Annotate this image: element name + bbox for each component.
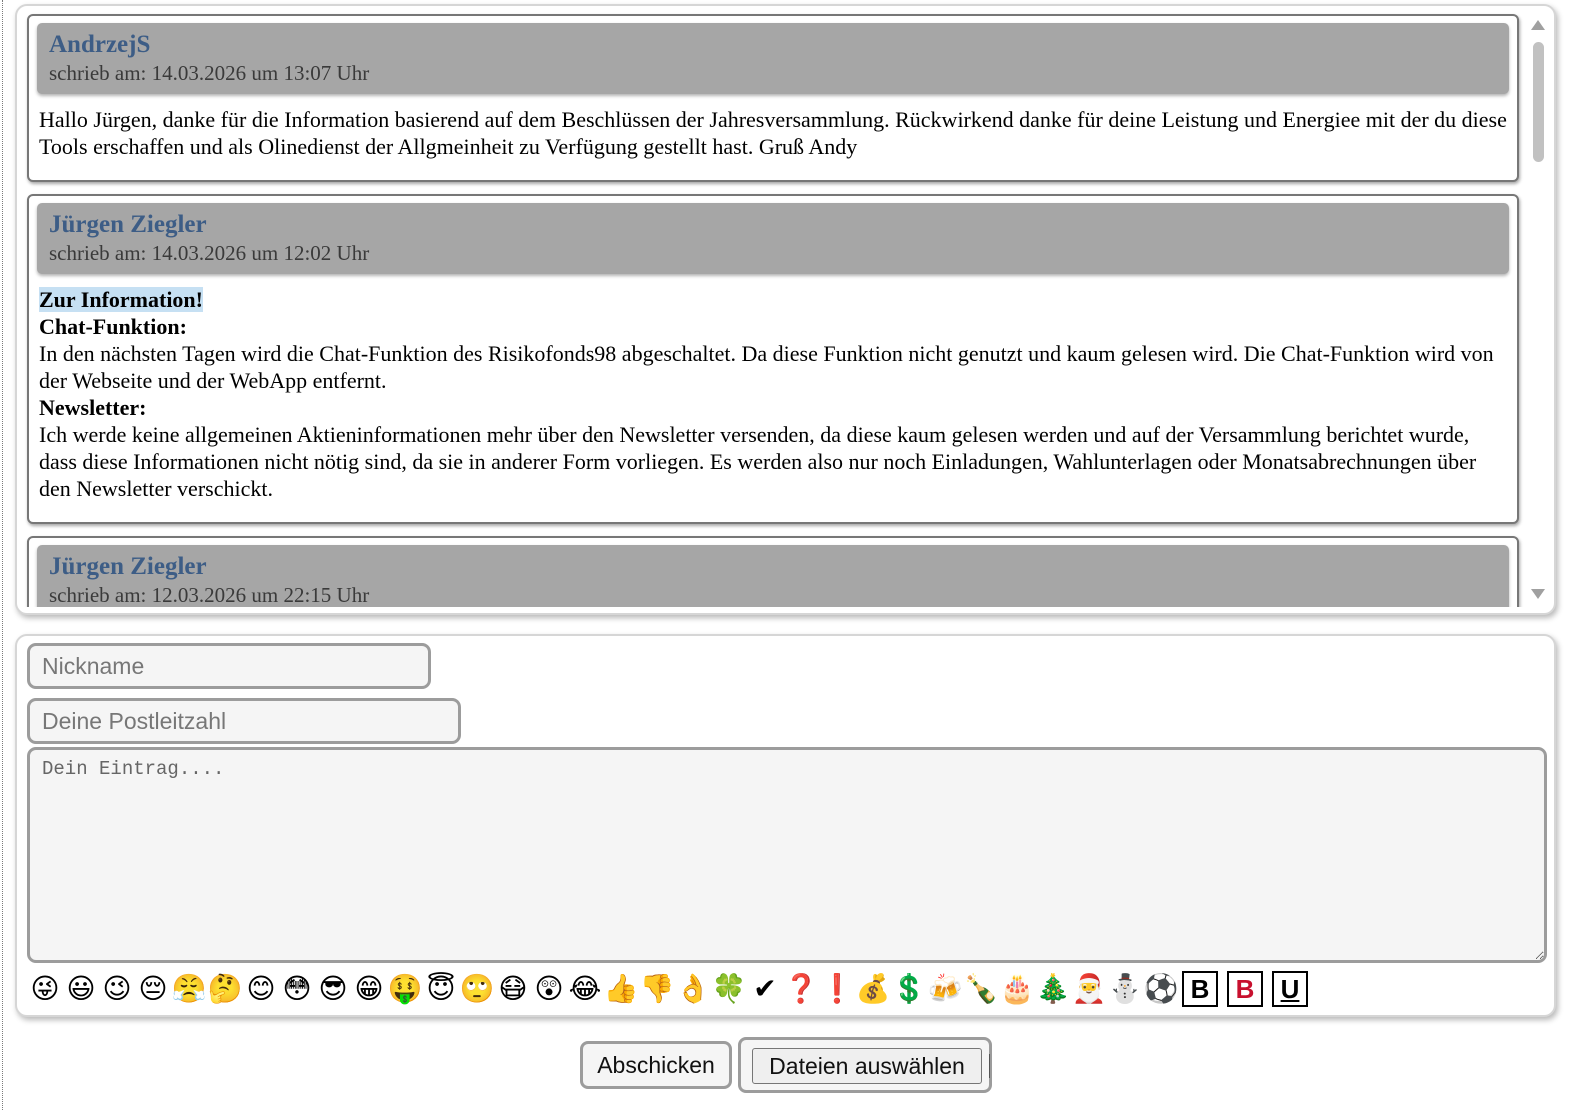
emoji-toolbar: 😜 😃 😉 😔 😤 🤔 😊 😳 😎 😁 🤑 😇 🙄 😷 😲 😂 👍 👎 👌 🍀 … [27, 969, 1314, 1009]
emoji-sunglasses-icon[interactable]: 😎 [315, 971, 351, 1007]
emoji-flushed-icon[interactable]: 😳 [279, 971, 315, 1007]
entry-highlight-heading: Zur Information! [39, 287, 203, 312]
emoji-blush-icon[interactable]: 😊 [243, 971, 279, 1007]
file-field-caret [989, 1054, 990, 1078]
emoji-angry-steam-icon[interactable]: 😤 [171, 971, 207, 1007]
santa-icon[interactable]: 🎅 [1071, 971, 1107, 1007]
submit-button[interactable]: Abschicken [580, 1041, 732, 1089]
scrollbar-thumb[interactable] [1533, 42, 1544, 162]
birthday-cake-icon[interactable]: 🎂 [999, 971, 1035, 1007]
entry-date: schrieb am: 14.03.2026 um 12:02 Uhr [49, 241, 370, 265]
entry-text: Hallo Jürgen, danke für die Information … [39, 107, 1507, 159]
guestbook-entry: Jürgen Ziegler schrieb am: 14.03.2026 um… [27, 194, 1519, 524]
red-bold-format-button[interactable]: B [1227, 971, 1263, 1007]
snowman-icon[interactable]: ⛄ [1107, 971, 1143, 1007]
entry-section-title: Newsletter: [39, 395, 147, 420]
emoji-eye-roll-icon[interactable]: 🙄 [459, 971, 495, 1007]
emoji-joy-icon[interactable]: 😂 [567, 971, 603, 1007]
underline-format-button[interactable]: U [1272, 971, 1308, 1007]
soccer-ball-icon[interactable]: ⚽ [1143, 971, 1179, 1007]
bold-icon: B [1190, 973, 1210, 1004]
emoji-halo-icon[interactable]: 😇 [423, 971, 459, 1007]
emoji-beaming-icon[interactable]: 😁 [351, 971, 387, 1007]
entry-author: Jürgen Ziegler [49, 553, 207, 580]
emoji-thinking-icon[interactable]: 🤔 [207, 971, 243, 1007]
entry-section-text: In den nächsten Tagen wird die Chat-Funk… [39, 341, 1494, 393]
guestbook-entry: Jürgen Ziegler schrieb am: 12.03.2026 um… [27, 536, 1519, 607]
ok-hand-icon[interactable]: 👌 [675, 971, 711, 1007]
check-mark-icon[interactable]: ✔ [747, 971, 783, 1007]
emoji-pensive-icon[interactable]: 😔 [135, 971, 171, 1007]
guestbook-entries-panel[interactable]: AndrzejS schrieb am: 14.03.2026 um 13:07… [15, 4, 1556, 615]
entry-date: schrieb am: 12.03.2026 um 22:15 Uhr [49, 583, 370, 607]
underline-icon: U [1280, 973, 1300, 1004]
entry-header: AndrzejS schrieb am: 14.03.2026 um 13:07… [37, 23, 1509, 94]
entry-text: Zur Information! Chat-Funktion: In den n… [37, 286, 1509, 502]
new-entry-form: 😜 😃 😉 😔 😤 🤔 😊 😳 😎 😁 🤑 😇 🙄 😷 😲 😂 👍 👎 👌 🍀 … [15, 634, 1556, 1017]
emoji-money-mouth-icon[interactable]: 🤑 [387, 971, 423, 1007]
guestbook-entry: AndrzejS schrieb am: 14.03.2026 um 13:07… [27, 14, 1519, 182]
entry-author: Jürgen Ziegler [49, 211, 207, 238]
entry-header: Jürgen Ziegler schrieb am: 12.03.2026 um… [37, 545, 1509, 607]
bold-format-button[interactable]: B [1182, 971, 1218, 1007]
thumbs-up-icon[interactable]: 👍 [603, 971, 639, 1007]
red-bold-icon: B [1235, 973, 1255, 1004]
entry-textarea[interactable] [27, 747, 1547, 963]
entry-section-text: Ich werde keine allgemeinen Aktieninform… [39, 422, 1477, 501]
entries-list: AndrzejS schrieb am: 14.03.2026 um 13:07… [17, 6, 1526, 607]
file-upload-field[interactable]: Dateien auswählen [738, 1037, 992, 1093]
emoji-grin-icon[interactable]: 😃 [63, 971, 99, 1007]
page-edge-divider [2, 0, 3, 1110]
choose-files-button[interactable]: Dateien auswählen [752, 1048, 982, 1084]
emoji-mask-icon[interactable]: 😷 [495, 971, 531, 1007]
entry-header: Jürgen Ziegler schrieb am: 14.03.2026 um… [37, 203, 1509, 274]
emoji-wink-icon[interactable]: 😉 [99, 971, 135, 1007]
beer-mugs-icon[interactable]: 🍻 [927, 971, 963, 1007]
entries-scrollbar[interactable] [1528, 14, 1548, 607]
entry-section-title: Chat-Funktion: [39, 314, 187, 339]
champagne-bottle-icon[interactable]: 🍾 [963, 971, 999, 1007]
entry-author: AndrzejS [49, 31, 151, 58]
entry-date: schrieb am: 14.03.2026 um 13:07 Uhr [49, 61, 370, 85]
emoji-tongue-wink-icon[interactable]: 😜 [27, 971, 63, 1007]
scroll-up-arrow-icon[interactable] [1531, 20, 1545, 30]
four-leaf-clover-icon[interactable]: 🍀 [711, 971, 747, 1007]
exclamation-mark-icon[interactable]: ❗ [819, 971, 855, 1007]
postcode-input[interactable] [27, 698, 461, 744]
nickname-input[interactable] [27, 643, 431, 689]
thumbs-down-icon[interactable]: 👎 [639, 971, 675, 1007]
dollar-sign-icon[interactable]: 💲 [891, 971, 927, 1007]
question-mark-icon[interactable]: ❓ [783, 971, 819, 1007]
emoji-astonished-icon[interactable]: 😲 [531, 971, 567, 1007]
money-bag-icon[interactable]: 💰 [855, 971, 891, 1007]
christmas-tree-icon[interactable]: 🎄 [1035, 971, 1071, 1007]
scroll-down-arrow-icon[interactable] [1531, 589, 1545, 599]
